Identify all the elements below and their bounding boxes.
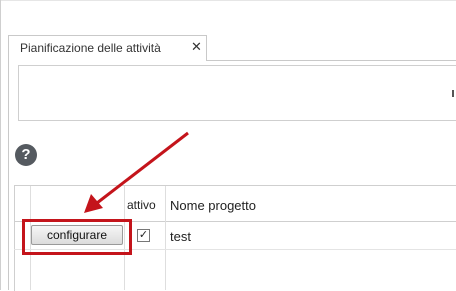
window-left-border: [0, 0, 1, 290]
window-top-border: [1, 0, 456, 1]
column-header-nome-progetto[interactable]: Nome progetto: [170, 198, 256, 213]
column-header-attivo[interactable]: attivo: [127, 198, 156, 212]
info-panel-marker: [452, 90, 454, 97]
tab-label: Pianificazione delle attività: [20, 41, 161, 55]
active-checkbox[interactable]: ✓: [137, 229, 150, 242]
help-icon[interactable]: ?: [15, 144, 37, 166]
close-icon[interactable]: ✕: [191, 39, 202, 55]
tab-pianificazione[interactable]: Pianificazione delle attività ✕: [8, 35, 207, 61]
tab-strip-divider: [207, 60, 456, 61]
highlight-box: [22, 219, 132, 255]
grid-column-divider: [165, 186, 166, 290]
project-name-cell: test: [170, 229, 191, 244]
info-panel: [18, 65, 456, 121]
panel-left-border: [8, 60, 9, 290]
